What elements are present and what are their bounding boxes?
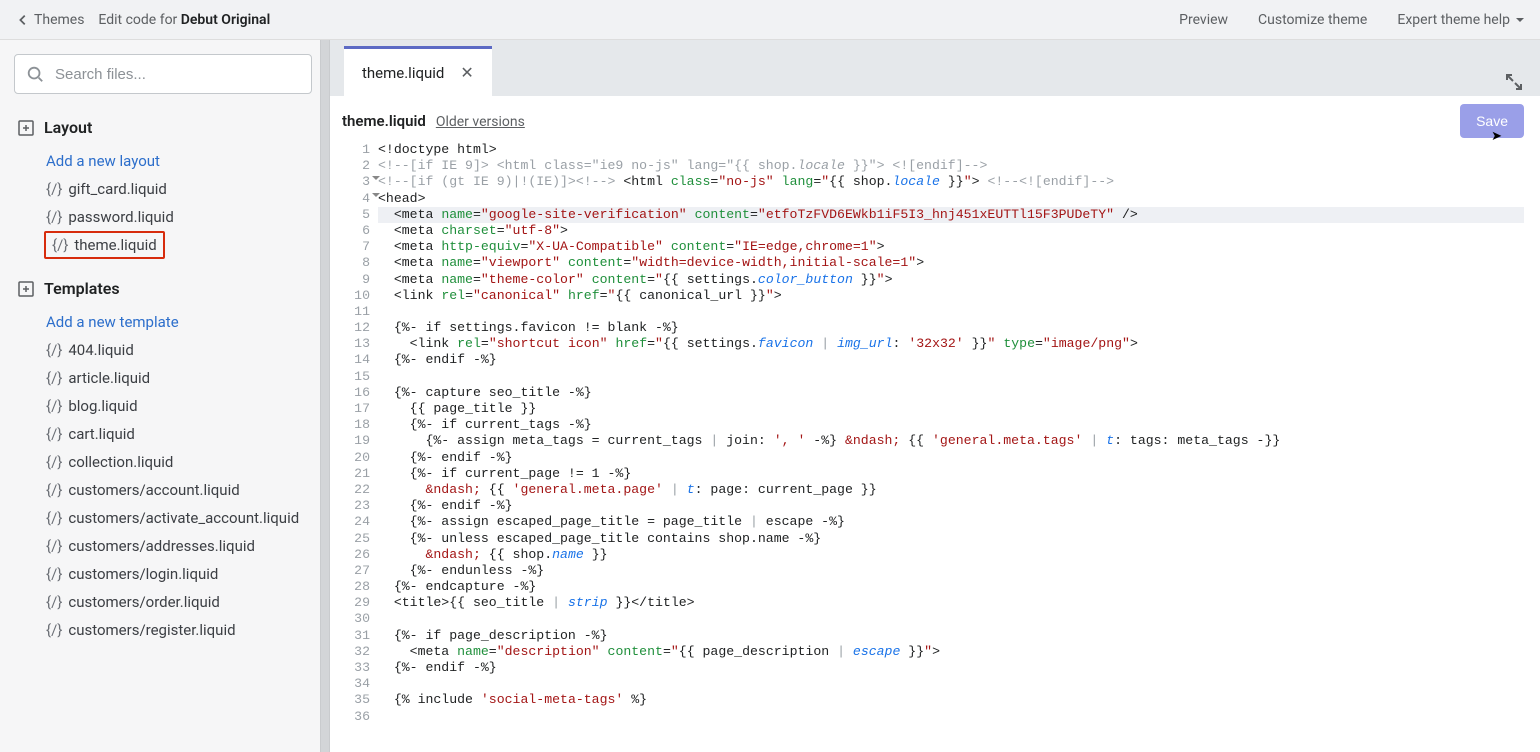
liquid-icon: {/} [46,208,62,226]
file-item[interactable]: {/} gift_card.liquid [44,175,320,203]
file-item[interactable]: {/} cart.liquid [44,420,320,448]
save-button[interactable]: Save ➤ [1460,104,1524,138]
liquid-icon: {/} [46,180,62,198]
sidebar: Layout Add a new layout{/} gift_card.liq… [0,40,320,752]
section-templates[interactable]: Templates [14,273,320,304]
splitter[interactable] [320,40,330,752]
save-label: Save [1476,113,1508,129]
editor-header-left: theme.liquid Older versions [342,112,525,130]
editor-header: theme.liquid Older versions Save ➤ [342,106,1524,136]
preview-link[interactable]: Preview [1179,12,1228,28]
search-wrap [14,54,312,94]
back-label: Themes [34,12,84,28]
layout-label: Layout [44,118,92,137]
page-title: Edit code for Debut Original [98,12,270,28]
file-item[interactable]: {/} theme.liquid [44,231,165,259]
liquid-icon: {/} [46,341,62,359]
liquid-icon: {/} [52,236,68,254]
section-layout[interactable]: Layout [14,112,320,143]
tab-bar: theme.liquid ✕ [330,40,1540,96]
liquid-icon: {/} [46,621,62,639]
file-item[interactable]: {/} customers/login.liquid [44,560,320,588]
file-item[interactable]: {/} 404.liquid [44,336,320,364]
add-icon [18,281,34,297]
template-file-list: Add a new template{/} 404.liquid{/} arti… [14,304,320,658]
file-item[interactable]: {/} customers/register.liquid [44,616,320,644]
file-item[interactable]: {/} customers/account.liquid [44,476,320,504]
title-prefix: Edit code for [98,12,180,28]
file-item[interactable]: {/} customers/activate_account.liquid [44,504,320,532]
back-button[interactable]: Themes [16,12,84,28]
liquid-icon: {/} [46,593,62,611]
file-item[interactable]: {/} customers/order.liquid [44,588,320,616]
editor-body: theme.liquid Older versions Save ➤ 12345… [330,96,1540,752]
topbar-right: Preview Customize theme Expert theme hel… [1179,12,1524,28]
liquid-icon: {/} [46,481,62,499]
layout-file-list: Add a new layout{/} gift_card.liquid{/} … [14,143,320,273]
liquid-icon: {/} [46,369,62,387]
add-template-link[interactable]: Add a new template [44,308,320,336]
top-bar: Themes Edit code for Debut Original Prev… [0,0,1540,40]
liquid-icon: {/} [46,537,62,555]
add-icon [18,120,34,136]
title-theme: Debut Original [181,12,270,28]
expert-help-dropdown[interactable]: Expert theme help [1397,12,1524,28]
liquid-icon: {/} [46,397,62,415]
tabs: theme.liquid ✕ [344,40,492,96]
file-item[interactable]: {/} password.liquid [44,203,320,231]
search-input[interactable] [14,54,312,94]
liquid-icon: {/} [46,453,62,471]
line-numbers: 1234567891011121314151617181920212223242… [342,142,378,752]
file-item[interactable]: {/} blog.liquid [44,392,320,420]
customize-link[interactable]: Customize theme [1258,12,1367,28]
chevron-left-icon [16,13,30,27]
main: Layout Add a new layout{/} gift_card.liq… [0,40,1540,752]
topbar-left: Themes Edit code for Debut Original [16,12,270,28]
file-item[interactable]: {/} collection.liquid [44,448,320,476]
liquid-icon: {/} [46,425,62,443]
tab-theme-liquid[interactable]: theme.liquid ✕ [344,46,492,96]
older-versions-link[interactable]: Older versions [436,114,525,130]
fullscreen-button[interactable] [1504,72,1524,96]
fullscreen-icon [1504,72,1524,92]
code-editor[interactable]: 1234567891011121314151617181920212223242… [342,142,1524,752]
file-item[interactable]: {/} customers/addresses.liquid [44,532,320,560]
liquid-icon: {/} [46,565,62,583]
file-name: theme.liquid [342,112,426,130]
liquid-icon: {/} [46,509,62,527]
editor-panel: theme.liquid ✕ theme.liquid Older versio… [330,40,1540,752]
close-icon[interactable]: ✕ [460,63,473,82]
search-icon [26,65,44,83]
add-layout-link[interactable]: Add a new layout [44,147,320,175]
file-item[interactable]: {/} article.liquid [44,364,320,392]
templates-label: Templates [44,279,120,298]
tab-label: theme.liquid [362,64,444,82]
code-lines[interactable]: <!doctype html><!--[if IE 9]> <html clas… [378,142,1524,752]
